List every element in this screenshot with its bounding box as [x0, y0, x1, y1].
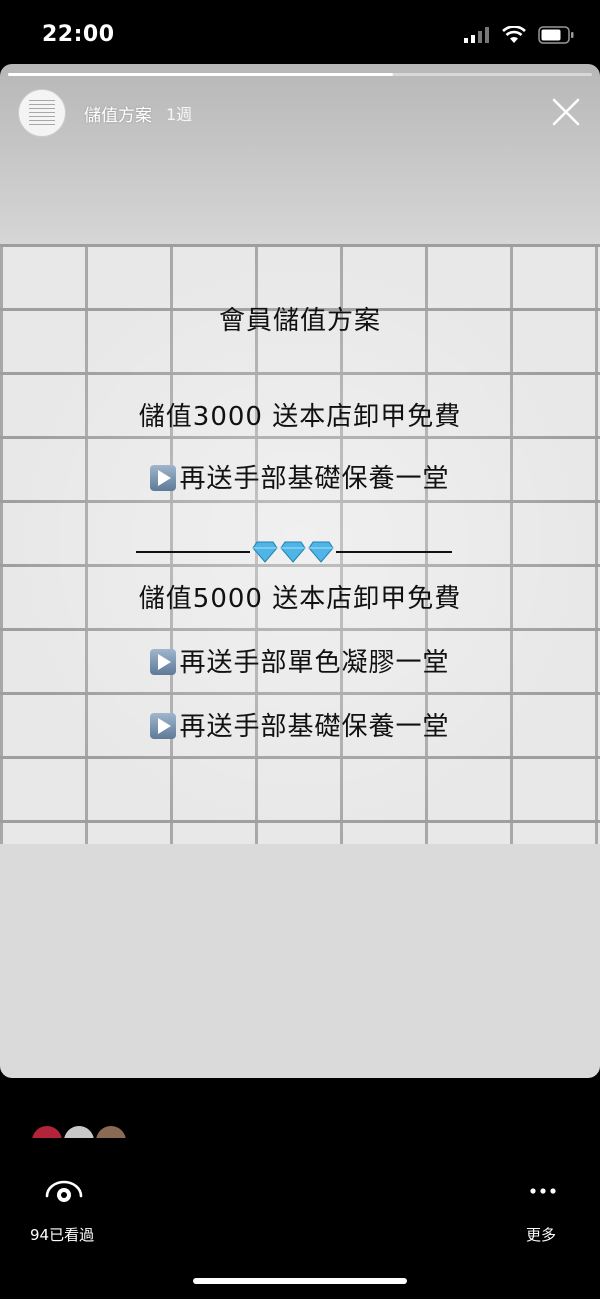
status-icons [464, 26, 574, 44]
more-icon[interactable] [528, 1186, 558, 1196]
viewer-avatars[interactable] [32, 1126, 132, 1138]
heading-text: 會員儲值方案 [218, 306, 381, 336]
plan-3000-text: 儲值3000 送本店卸甲免費 [138, 402, 462, 432]
story-image: 會員儲值方案 儲值3000 送本店卸甲免費 再送手部基礎保養一堂 儲值5000 … [0, 244, 600, 844]
play-button-icon [150, 465, 177, 491]
plan-5000-bonus-2: 再送手部基礎保養一堂 [0, 706, 600, 743]
plan-5000-bonus-2-text: 再送手部基礎保養一堂 [179, 712, 450, 742]
story-header[interactable]: 儲值方案 1週 [18, 89, 193, 137]
plan-5000-text: 儲值5000 送本店卸甲免費 [138, 584, 462, 614]
diamond-icon [280, 541, 306, 563]
story-card[interactable]: 儲值方案 1週 會員儲值方案 儲值3000 送本店卸甲免費 再送手部基礎保養一堂… [0, 64, 600, 1078]
home-indicator[interactable] [193, 1278, 407, 1284]
diamond-icon [252, 541, 278, 563]
eye-icon[interactable] [44, 1178, 84, 1208]
divider-rule-left [136, 551, 250, 553]
story-progress-fill [8, 73, 394, 76]
viewer-avatar[interactable] [96, 1126, 126, 1138]
status-bar: 22:00 [0, 0, 600, 66]
diamond-row [252, 538, 334, 564]
views-count[interactable]: 94已看過 [30, 1224, 94, 1245]
close-icon[interactable] [548, 94, 584, 130]
plan-5000-bonus-1-text: 再送手部單色凝膠一堂 [179, 648, 450, 678]
diamond-icon [308, 541, 334, 563]
signal-icon [464, 27, 489, 43]
avatar[interactable] [18, 89, 66, 137]
more-label[interactable]: 更多 [526, 1224, 556, 1245]
play-button-icon [150, 713, 177, 739]
wifi-icon [502, 26, 526, 43]
divider [136, 537, 452, 567]
plan-5000-bonus-1: 再送手部單色凝膠一堂 [0, 642, 600, 679]
status-time: 22:00 [42, 22, 115, 47]
plan-3000-bonus-text: 再送手部基礎保養一堂 [179, 464, 450, 494]
story-time: 1週 [166, 105, 193, 124]
story-footer: 94已看過 更多 [0, 1078, 600, 1299]
story-title[interactable]: 儲值方案 [84, 101, 152, 126]
viewer-avatar[interactable] [32, 1126, 62, 1138]
viewer-avatar[interactable] [64, 1126, 94, 1138]
battery-icon [538, 26, 574, 44]
divider-rule-right [336, 551, 452, 553]
plan-3000-bonus: 再送手部基礎保養一堂 [0, 458, 600, 495]
play-button-icon [150, 649, 177, 675]
